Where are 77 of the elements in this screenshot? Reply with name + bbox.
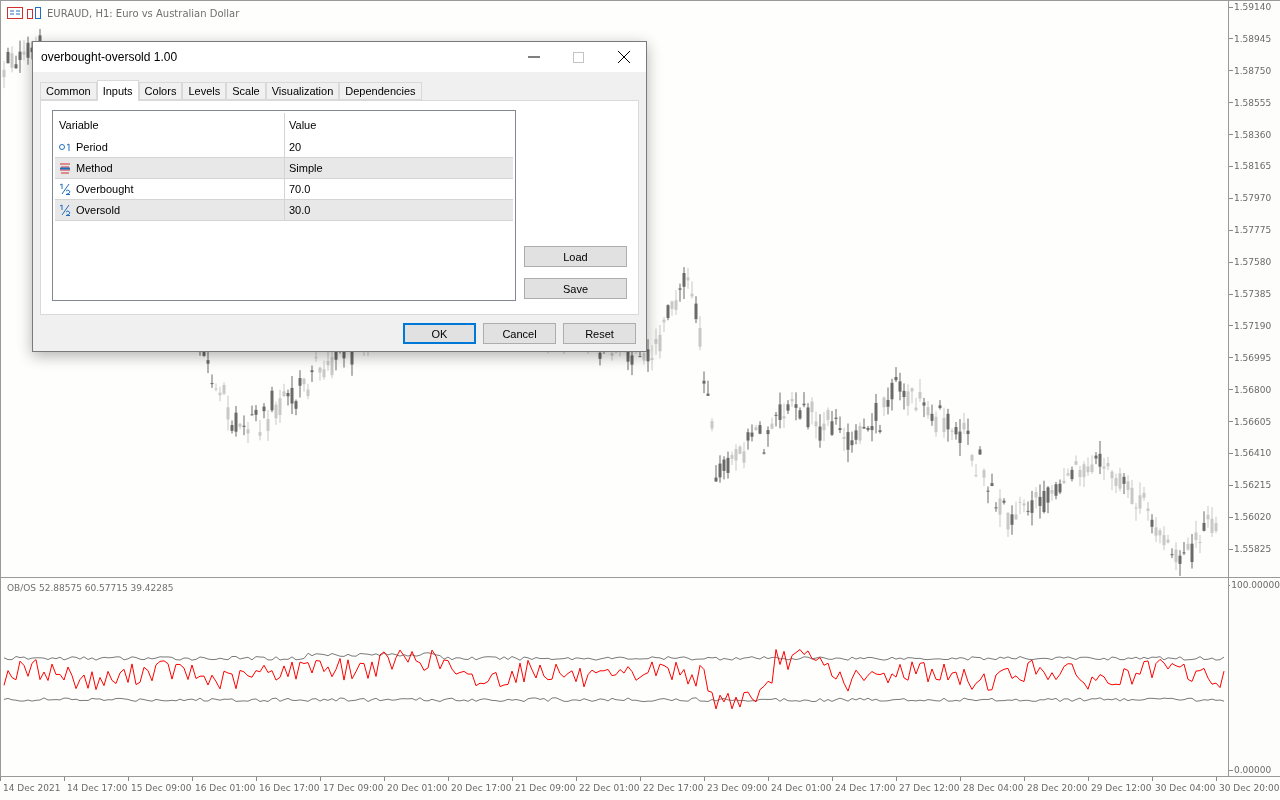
dialog-title: overbought-oversold 1.00	[41, 50, 179, 64]
time-label: 17 Dec 09:00	[323, 783, 384, 793]
time-label: 24 Dec 01:00	[771, 783, 832, 793]
fraction-icon	[59, 204, 71, 216]
indicator-label: OB/OS 52.88575 60.57715 39.42285	[7, 583, 174, 593]
time-label: 24 Dec 17:00	[835, 783, 896, 793]
price-label: 1.58555	[1234, 97, 1272, 108]
level-label: 0.00000	[1234, 765, 1272, 775]
value-cell[interactable]: 30.0	[285, 200, 513, 220]
time-label: 28 Dec 20:00	[1027, 783, 1088, 793]
table-row[interactable]: Overbought 70.0	[55, 179, 513, 200]
side-button[interactable]: Save	[524, 278, 627, 299]
price-label: 1.56410	[1234, 448, 1272, 459]
price-label: 1.57190	[1234, 320, 1272, 331]
time-label: 20 Dec 17:00	[451, 783, 512, 793]
price-label: 1.56995	[1234, 352, 1272, 363]
time-label: 21 Dec 09:00	[515, 783, 576, 793]
fraction-icon	[59, 183, 71, 195]
table-row[interactable]: Oversold 30.0	[55, 200, 513, 221]
time-label: 30 Dec 04:00	[1155, 783, 1216, 793]
column-header[interactable]: Value	[285, 113, 513, 137]
tab[interactable]: Levels	[182, 82, 227, 100]
tab[interactable]: Inputs	[96, 80, 139, 101]
tab[interactable]: Colors	[138, 82, 183, 100]
integer-icon	[59, 143, 71, 151]
time-label: 14 Dec 17:00	[67, 783, 128, 793]
indicator-icon[interactable]	[27, 7, 41, 19]
price-label: 1.57775	[1234, 225, 1272, 236]
list-icon	[59, 162, 71, 174]
price-label: 1.57580	[1234, 257, 1272, 268]
variable-name: Oversold	[76, 204, 121, 216]
time-label: 16 Dec 01:00	[195, 783, 256, 793]
chart-title: EURAUD, H1: Euro vs Australian Dollar	[47, 7, 240, 19]
value-cell[interactable]: Simple	[285, 158, 513, 178]
value-cell[interactable]: 20	[285, 137, 513, 157]
table-row[interactable]: Method Simple	[55, 158, 513, 179]
price-label: 1.58165	[1234, 161, 1272, 172]
tab[interactable]: Scale	[226, 82, 266, 100]
price-label: 1.57970	[1234, 193, 1272, 204]
variable-name: Method	[76, 162, 113, 174]
time-label: 20 Dec 01:00	[387, 783, 448, 793]
time-label: 22 Dec 01:00	[579, 783, 640, 793]
tab[interactable]: Dependencies	[339, 82, 422, 100]
level-label: 100.00000	[1231, 580, 1280, 590]
time-label: 14 Dec 2021	[3, 783, 62, 793]
time-label: 15 Dec 09:00	[131, 783, 192, 793]
price-label: 1.56800	[1234, 384, 1272, 395]
variable-name: Period	[76, 141, 108, 153]
dialog-button[interactable]: OK	[403, 323, 476, 344]
price-label: 1.56215	[1234, 480, 1272, 491]
time-label: 16 Dec 17:00	[259, 783, 320, 793]
price-label: 1.56020	[1234, 512, 1272, 523]
tab[interactable]: Common	[40, 82, 97, 100]
price-label: 1.55825	[1234, 544, 1272, 555]
time-label: 28 Dec 04:00	[963, 783, 1024, 793]
price-label: 1.57385	[1234, 289, 1272, 299]
dialog-button[interactable]: Reset	[563, 323, 636, 344]
price-label: 1.59140	[1234, 2, 1272, 12]
side-button[interactable]: Load	[524, 246, 627, 267]
time-label: 29 Dec 12:00	[1091, 783, 1152, 793]
value-cell[interactable]: 70.0	[285, 179, 513, 199]
minimize-icon	[527, 56, 540, 58]
time-label: 27 Dec 12:00	[899, 783, 960, 793]
maximize-icon	[573, 51, 584, 63]
time-label: 23 Dec 09:00	[707, 783, 768, 793]
time-label: 22 Dec 17:00	[643, 783, 704, 793]
price-label: 1.58360	[1234, 129, 1272, 140]
price-label: 1.56605	[1234, 416, 1272, 427]
price-label: 1.58750	[1234, 65, 1272, 76]
dialog-button[interactable]: Cancel	[483, 323, 556, 344]
price-label: 1.58945	[1234, 33, 1272, 44]
time-label: 30 Dec 20:00	[1219, 783, 1280, 793]
chart-menu-icon[interactable]	[7, 7, 23, 19]
tab[interactable]: Visualization	[265, 82, 340, 100]
variable-name: Overbought	[76, 183, 134, 195]
table-row[interactable]: Period 20	[55, 137, 513, 158]
close-icon	[617, 51, 630, 63]
